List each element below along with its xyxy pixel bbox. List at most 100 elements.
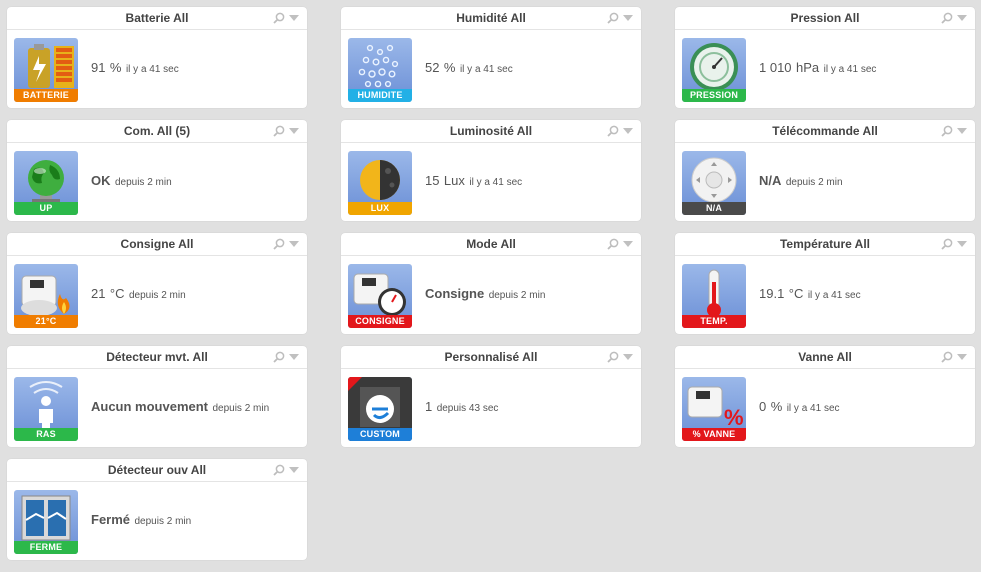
- widget-value: 91 % il y a 41 sec: [91, 59, 179, 77]
- widget-card: Humidité All HUMIDITE 52 % il y a 41 sec: [341, 7, 641, 108]
- widget-body: % % VANNE 0 % il y a 41 sec: [675, 369, 975, 447]
- value-since: il y a 41 sec: [459, 64, 513, 75]
- widget-icon[interactable]: RAS: [14, 377, 78, 441]
- widget-tools: [273, 238, 299, 250]
- widget-card: Détecteur ouv All FERME Fermé depuis 2 m…: [7, 459, 307, 560]
- dropdown-arrow-icon[interactable]: [289, 241, 299, 247]
- widget-header: Personnalisé All: [341, 346, 641, 369]
- widget-title: Télécommande All: [772, 124, 878, 138]
- widget-title: Pression All: [790, 11, 860, 25]
- widget-icon[interactable]: 21°C: [14, 264, 78, 328]
- widget-value: 52 % il y a 41 sec: [425, 59, 513, 77]
- widget-icon[interactable]: UP: [14, 151, 78, 215]
- widget-header: Détecteur ouv All: [7, 459, 307, 482]
- dropdown-arrow-icon[interactable]: [289, 128, 299, 134]
- widget-value: 1 depuis 43 sec: [425, 398, 498, 416]
- icon-label: BATTERIE: [14, 89, 78, 102]
- value-text: Consigne: [425, 286, 485, 301]
- widget-icon[interactable]: N/A: [682, 151, 746, 215]
- magnifier-icon[interactable]: [941, 238, 953, 250]
- value-text: 15: [425, 173, 440, 188]
- dropdown-arrow-icon[interactable]: [957, 241, 967, 247]
- widget-tools: [941, 12, 967, 24]
- widget-icon[interactable]: FERME: [14, 490, 78, 554]
- widget-value: Consigne depuis 2 min: [425, 285, 545, 303]
- magnifier-icon[interactable]: [273, 464, 285, 476]
- widget-icon[interactable]: LUX: [348, 151, 412, 215]
- dropdown-arrow-icon[interactable]: [957, 354, 967, 360]
- magnifier-icon[interactable]: [607, 12, 619, 24]
- value-since: depuis 2 min: [128, 290, 186, 301]
- dropdown-arrow-icon[interactable]: [623, 128, 633, 134]
- widget-icon[interactable]: BATTERIE: [14, 38, 78, 102]
- dropdown-arrow-icon[interactable]: [957, 15, 967, 21]
- value-text: 91: [91, 60, 106, 75]
- dropdown-arrow-icon[interactable]: [957, 128, 967, 134]
- widget-body: PRESSION 1 010 hPa il y a 41 sec: [675, 30, 975, 108]
- dropdown-arrow-icon[interactable]: [623, 354, 633, 360]
- dropdown-arrow-icon[interactable]: [289, 15, 299, 21]
- widget-card: Télécommande All N/A N/A depuis 2 min: [675, 120, 975, 221]
- widget-card: Vanne All % % VANNE 0 % il y a 41 sec: [675, 346, 975, 447]
- value-text: 1 010: [759, 60, 792, 75]
- widget-title: Luminosité All: [449, 124, 533, 138]
- magnifier-icon[interactable]: [941, 12, 953, 24]
- magnifier-icon[interactable]: [941, 125, 953, 137]
- widget-tools: [607, 12, 633, 24]
- icon-label: TEMP.: [682, 315, 746, 328]
- widget-value: 19.1 °C il y a 41 sec: [759, 285, 861, 303]
- icon-label: FERME: [14, 541, 78, 554]
- magnifier-icon[interactable]: [273, 12, 285, 24]
- value-text: Fermé: [91, 512, 131, 527]
- widget-title: Personnalisé All: [444, 350, 538, 364]
- value-since: depuis 2 min: [134, 516, 192, 527]
- widget-body: TEMP. 19.1 °C il y a 41 sec: [675, 256, 975, 334]
- icon-label: UP: [14, 202, 78, 215]
- value-text: 0: [759, 399, 767, 414]
- widget-tools: [607, 238, 633, 250]
- widget-title: Humidité All: [456, 11, 526, 25]
- widget-card: Température All TEMP. 19.1 °C il y a 41 …: [675, 233, 975, 334]
- magnifier-icon[interactable]: [273, 125, 285, 137]
- widget-icon[interactable]: TEMP.: [682, 264, 746, 328]
- widget-icon[interactable]: % % VANNE: [682, 377, 746, 441]
- icon-label: LUX: [348, 202, 412, 215]
- dropdown-arrow-icon[interactable]: [289, 354, 299, 360]
- icon-label: PRESSION: [682, 89, 746, 102]
- value-since: depuis 2 min: [785, 177, 843, 188]
- widget-body: CONSIGNE Consigne depuis 2 min: [341, 256, 641, 334]
- widget-card: Consigne All 21°C 21 °C depuis 2 min: [7, 233, 307, 334]
- value-text: 52: [425, 60, 440, 75]
- value-text: OK: [91, 173, 111, 188]
- magnifier-icon[interactable]: [607, 125, 619, 137]
- magnifier-icon[interactable]: [607, 238, 619, 250]
- icon-label: CUSTOM: [348, 428, 412, 441]
- dropdown-arrow-icon[interactable]: [289, 467, 299, 473]
- widget-tools: [273, 125, 299, 137]
- dropdown-arrow-icon[interactable]: [623, 241, 633, 247]
- magnifier-icon[interactable]: [607, 351, 619, 363]
- magnifier-icon[interactable]: [941, 351, 953, 363]
- value-unit: hPa: [796, 60, 820, 75]
- magnifier-icon[interactable]: [273, 351, 285, 363]
- widget-tools: [273, 351, 299, 363]
- dropdown-arrow-icon[interactable]: [623, 15, 633, 21]
- widget-icon[interactable]: PRESSION: [682, 38, 746, 102]
- widget-value: 1 010 hPa il y a 41 sec: [759, 59, 876, 77]
- magnifier-icon[interactable]: [273, 238, 285, 250]
- value-text: 19.1: [759, 286, 785, 301]
- widget-body: CUSTOM 1 depuis 43 sec: [341, 369, 641, 447]
- widget-value: 21 °C depuis 2 min: [91, 285, 186, 303]
- widget-icon[interactable]: CUSTOM: [348, 377, 412, 441]
- widget-body: RAS Aucun mouvement depuis 2 min: [7, 369, 307, 447]
- widget-icon[interactable]: CONSIGNE: [348, 264, 412, 328]
- widget-tools: [273, 464, 299, 476]
- widget-icon[interactable]: HUMIDITE: [348, 38, 412, 102]
- value-text: N/A: [759, 173, 782, 188]
- value-since: depuis 2 min: [212, 403, 270, 414]
- widget-body: LUX 15 Lux il y a 41 sec: [341, 143, 641, 221]
- widget-card: Pression All PRESSION 1 010 hPa il y a 4…: [675, 7, 975, 108]
- value-unit: Lux: [443, 173, 465, 188]
- widget-tools: [607, 351, 633, 363]
- icon-label: CONSIGNE: [348, 315, 412, 328]
